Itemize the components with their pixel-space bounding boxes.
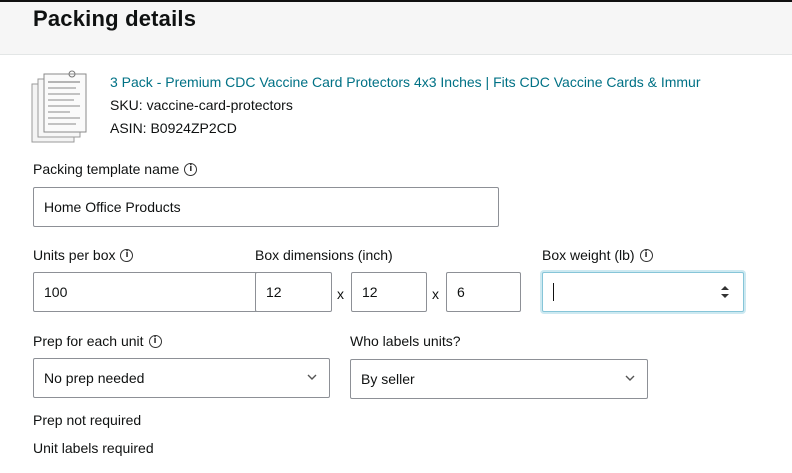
dimension-separator: x xyxy=(432,286,439,302)
box-dimensions-label-text: Box dimensions (inch) xyxy=(255,247,393,263)
box-weight-input[interactable] xyxy=(542,272,744,312)
prep-label: Prep for each unit i xyxy=(33,333,162,349)
box-width-input[interactable]: 12 xyxy=(351,272,427,312)
prep-status-note: Prep not required xyxy=(33,412,142,428)
page-title: Packing details xyxy=(33,6,197,31)
box-dimensions-label: Box dimensions (inch) xyxy=(255,247,393,263)
chevron-down-icon xyxy=(625,375,635,381)
box-weight-label: Box weight (lb) i xyxy=(542,247,653,263)
units-per-box-input[interactable]: 100 xyxy=(33,272,262,312)
template-name-label: Packing template name i xyxy=(33,161,198,177)
product-title-link[interactable]: 3 Pack - Premium CDC Vaccine Card Protec… xyxy=(110,74,792,90)
prep-select[interactable]: No prep needed xyxy=(33,358,330,398)
template-name-input[interactable]: Home Office Products xyxy=(33,187,499,227)
product-sku: SKU: vaccine-card-protectors xyxy=(110,97,293,113)
info-icon[interactable]: i xyxy=(120,248,134,262)
units-per-box-value: 100 xyxy=(44,284,68,300)
box-height-value: 6 xyxy=(457,284,465,300)
box-length-value: 12 xyxy=(266,284,282,300)
labels-label-text: Who labels units? xyxy=(350,333,461,349)
box-width-value: 12 xyxy=(362,284,378,300)
box-weight-label-text: Box weight (lb) xyxy=(542,247,635,263)
box-height-input[interactable]: 6 xyxy=(446,272,521,312)
labels-select[interactable]: By seller xyxy=(350,359,648,399)
label-status-note: Unit labels required xyxy=(33,440,154,456)
units-per-box-label-text: Units per box xyxy=(33,247,116,263)
info-icon[interactable]: i xyxy=(184,162,198,176)
product-asin: ASIN: B0924ZP2CD xyxy=(110,120,237,136)
template-name-value: Home Office Products xyxy=(44,199,181,215)
box-length-input[interactable]: 12 xyxy=(255,272,332,312)
prep-select-value: No prep needed xyxy=(44,370,145,386)
dimension-separator: x xyxy=(337,286,344,302)
info-icon[interactable]: i xyxy=(148,334,162,348)
number-stepper-icon[interactable] xyxy=(721,285,729,299)
prep-label-text: Prep for each unit xyxy=(33,333,144,349)
header-bar: Packing details xyxy=(0,0,792,55)
units-per-box-label: Units per box i xyxy=(33,247,134,263)
template-name-label-text: Packing template name xyxy=(33,161,180,177)
labels-select-value: By seller xyxy=(361,371,415,387)
product-thumbnail-icon xyxy=(31,70,87,143)
info-icon[interactable]: i xyxy=(639,248,653,262)
labels-label: Who labels units? xyxy=(350,333,461,349)
chevron-down-icon xyxy=(307,374,317,380)
text-cursor xyxy=(553,283,554,301)
